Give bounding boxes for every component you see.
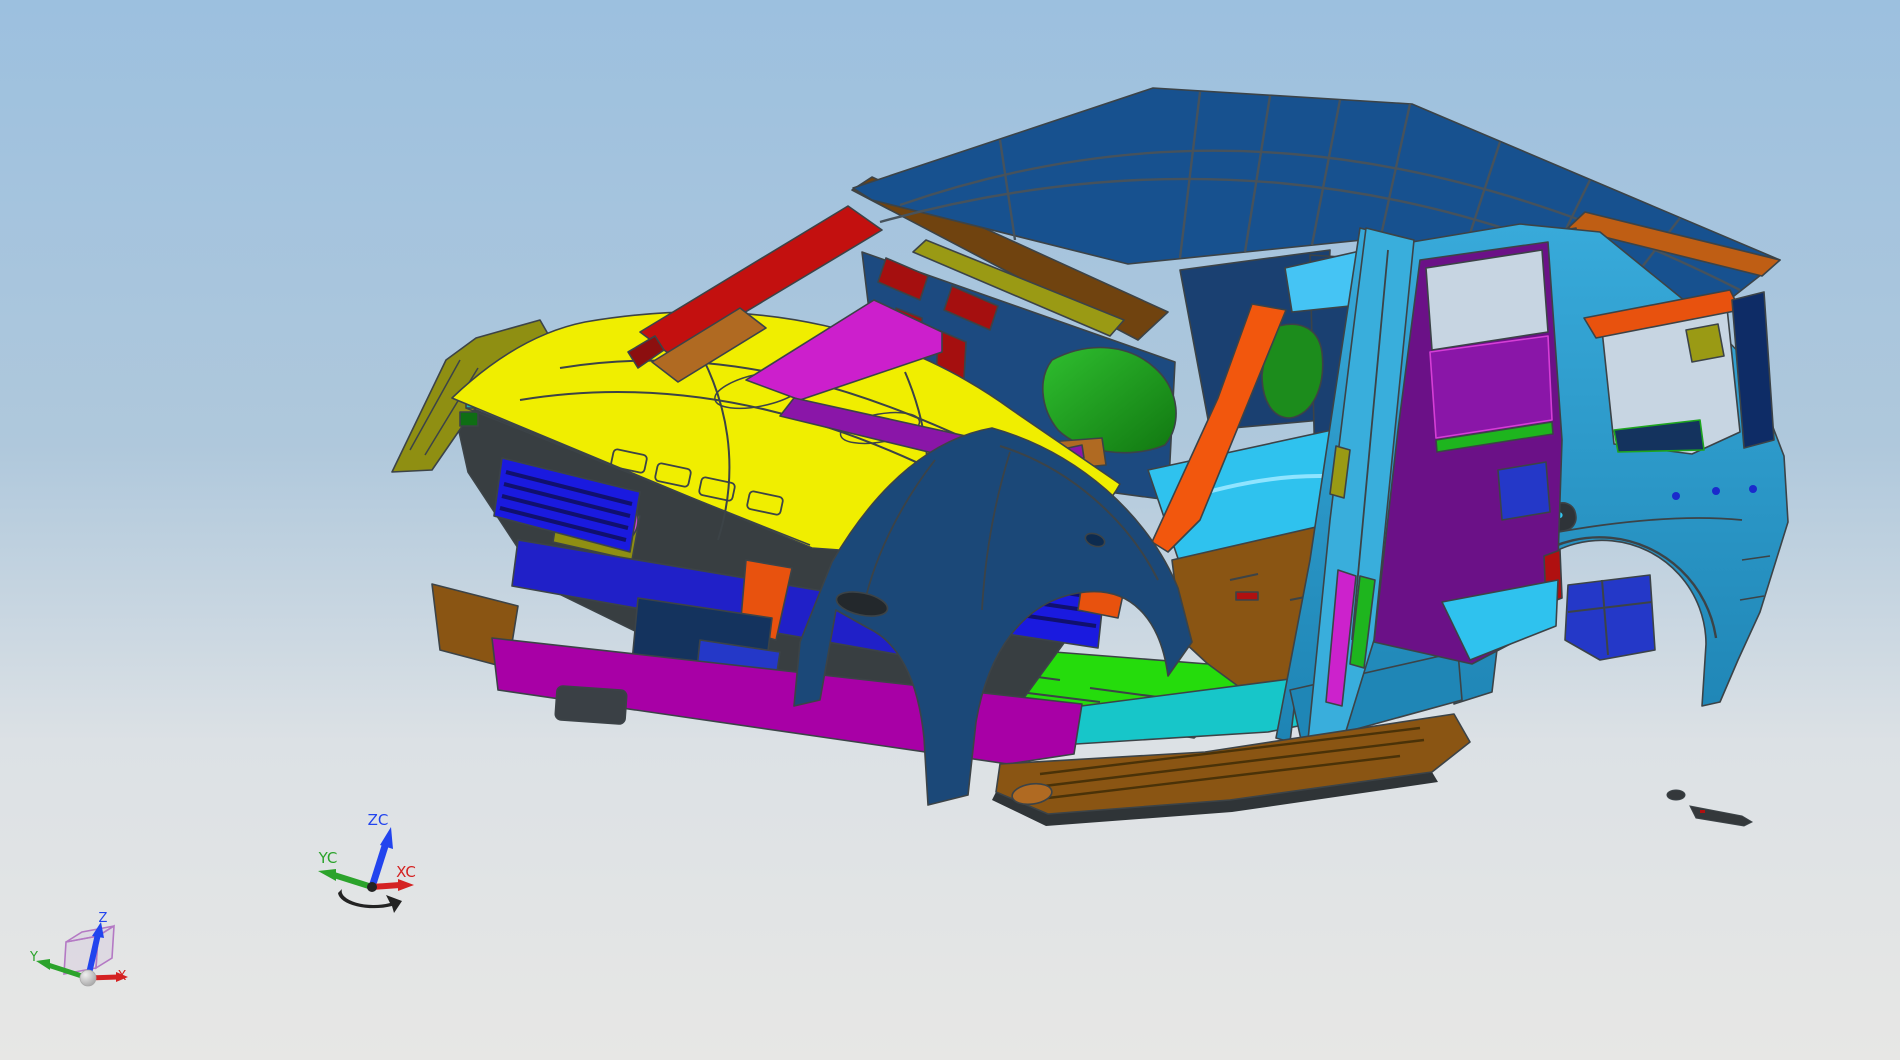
cad-viewport[interactable]: ZC YC XC Z Y X (0, 0, 1900, 1060)
quarter-window[interactable] (1583, 289, 1775, 455)
view-x-label: X (118, 969, 127, 984)
loose-part-small[interactable] (1666, 789, 1686, 801)
cowl-green-bit (459, 411, 479, 427)
wcs-z-label: ZC (368, 811, 389, 829)
quarter-trim-purple[interactable] (1429, 335, 1553, 439)
door-window-opening (1425, 249, 1549, 351)
wcs-x-label: XC (396, 863, 416, 881)
view-z-label: Z (99, 911, 108, 926)
wheel-well-box[interactable] (1564, 574, 1656, 661)
floor-marker (1235, 591, 1259, 601)
interior-bracket-blue[interactable] (1497, 461, 1551, 521)
tow-hitch[interactable] (554, 685, 628, 725)
view-y-label: Y (29, 950, 38, 965)
view-origin-sphere[interactable] (79, 969, 97, 987)
wcs-origin[interactable] (367, 882, 377, 892)
window-bracket-olive[interactable] (1685, 323, 1725, 363)
wcs-y-label: YC (318, 849, 338, 867)
loose-part-marker (1700, 810, 1705, 813)
model-canvas[interactable]: ZC YC XC Z Y X (0, 0, 1900, 1060)
